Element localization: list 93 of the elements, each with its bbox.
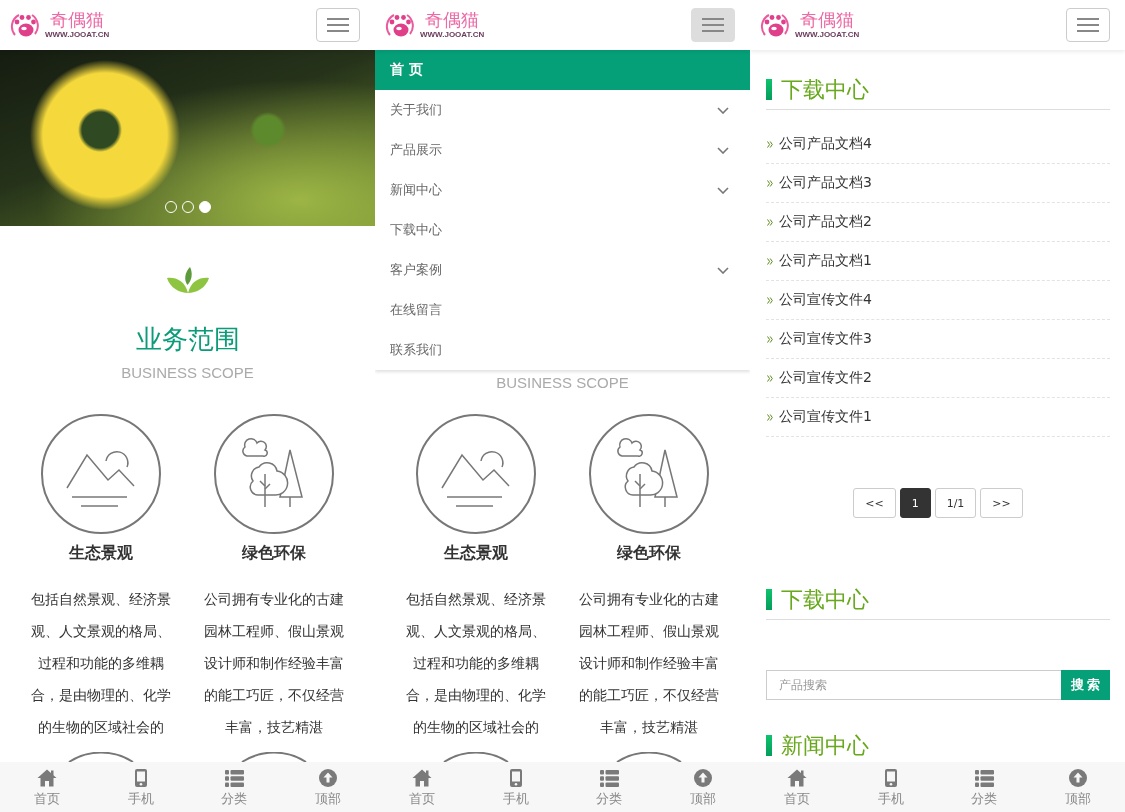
list-icon (599, 770, 619, 787)
menu-icon (327, 18, 349, 32)
search-field[interactable]: 产品搜索 (766, 670, 1061, 700)
menu-item[interactable]: 新闻中心 (375, 170, 750, 210)
download-link[interactable]: 公司产品文档1 (766, 242, 1110, 281)
bottom-nav-link[interactable]: 手机 (468, 762, 563, 812)
menu-item[interactable]: 关于我们 (375, 90, 750, 130)
bottom-nav-link[interactable]: 顶部 (1031, 762, 1125, 812)
download-link[interactable]: 公司宣传文件3 (766, 320, 1110, 359)
service-title: 生态景观 (444, 542, 509, 564)
arrow-up-circle-icon (694, 769, 713, 787)
leaf-icon (165, 266, 210, 294)
circle-arc-icon (615, 752, 682, 762)
circle-arc-icon (240, 752, 307, 762)
trees-cloud-icon (588, 414, 709, 534)
menu-item[interactable]: 联系我们 (375, 330, 750, 370)
heading-accent-bar (766, 589, 772, 610)
phone-icon (509, 769, 522, 787)
logo-name: 奇偶猫 (425, 10, 479, 30)
download-link[interactable]: 公司产品文档3 (766, 164, 1110, 203)
arrow-up-circle-icon (319, 769, 338, 787)
mountain-sun-icon (41, 414, 162, 534)
menu-icon (702, 18, 724, 32)
search-button[interactable]: 搜 索 (1061, 670, 1110, 700)
double-chevron-icon (767, 413, 773, 421)
phone-icon (134, 769, 147, 787)
double-chevron-icon (767, 140, 773, 148)
menu-item[interactable]: 客户案例 (375, 250, 750, 290)
bottom-nav-link[interactable]: 分类 (562, 762, 657, 812)
download-link[interactable]: 公司产品文档4 (766, 125, 1110, 164)
double-chevron-icon (767, 218, 773, 226)
section-subtitle: BUSINESS SCOPE (496, 373, 629, 393)
menu-item[interactable]: 产品展示 (375, 130, 750, 170)
download-link[interactable]: 公司宣传文件4 (766, 281, 1110, 320)
service-description: 包括自然景观、经济景观、人文景观的格局、过程和功能的多维耦合，是由物理的、化学的生物的区域社会的 (405, 590, 548, 737)
bottom-nav-link[interactable]: 分类 (937, 762, 1032, 812)
section-heading: 新闻中心 (781, 731, 869, 760)
pagination-button[interactable]: >> (980, 488, 1023, 518)
service-description: 包括自然景观、经济景观、人文景观的格局、过程和功能的多维耦合，是由物理的、化学的生物的区域社会的 (30, 590, 173, 737)
home-icon (786, 769, 807, 787)
bottom-nav-link[interactable]: 手机 (93, 762, 188, 812)
heading-accent-bar (766, 735, 772, 756)
section-title: 业务范围 (135, 323, 240, 356)
menu-item[interactable]: 下载中心 (375, 210, 750, 250)
bottom-nav-link[interactable]: 首页 (0, 762, 94, 812)
menu-button[interactable] (1066, 8, 1110, 42)
menu-item[interactable]: 在线留言 (375, 290, 750, 330)
logo-name: 奇偶猫 (800, 10, 854, 30)
logo-url: WWW.JOOAT.CN (45, 30, 110, 40)
bottom-nav-link[interactable]: 首页 (375, 762, 469, 812)
menu-button[interactable] (316, 8, 360, 42)
arrow-up-circle-icon (1069, 769, 1088, 787)
service-description: 公司拥有专业化的古建园林工程师、假山景观设计师和制作经验丰富的能工巧匠，不仅经营丰富，技艺精湛 (577, 590, 720, 737)
list-icon (224, 770, 244, 787)
carousel-dot[interactable] (198, 201, 211, 213)
phone-icon (884, 769, 897, 787)
service-title: 绿色环保 (241, 542, 306, 564)
double-chevron-icon (767, 335, 773, 343)
logo-url: WWW.JOOAT.CN (420, 30, 485, 40)
service-title: 绿色环保 (616, 542, 681, 564)
bottom-nav-link[interactable]: 分类 (187, 762, 282, 812)
double-chevron-icon (767, 296, 773, 304)
heading-accent-bar (766, 79, 772, 100)
download-link[interactable]: 公司宣传文件2 (766, 359, 1110, 398)
service-title: 生态景观 (69, 542, 134, 564)
mountain-sun-icon (416, 414, 537, 534)
list-icon (974, 770, 994, 787)
home-icon (36, 769, 57, 787)
menu-button[interactable] (691, 8, 735, 42)
trees-cloud-icon (213, 414, 334, 534)
menu-item[interactable]: 首 页 (375, 50, 750, 90)
circle-arc-icon (68, 752, 135, 762)
bottom-nav-link[interactable]: 顶部 (656, 762, 750, 812)
double-chevron-icon (767, 179, 773, 187)
pagination-button[interactable]: << (853, 488, 896, 518)
circle-arc-icon (443, 752, 510, 762)
logo-name: 奇偶猫 (50, 10, 104, 30)
service-description: 公司拥有专业化的古建园林工程师、假山景观设计师和制作经验丰富的能工巧匠，不仅经营丰富，技艺精湛 (202, 590, 345, 737)
section-heading: 下载中心 (781, 585, 869, 614)
home-icon (411, 769, 432, 787)
menu-icon (1077, 18, 1099, 32)
bottom-nav-link[interactable]: 首页 (750, 762, 844, 812)
download-link[interactable]: 公司宣传文件1 (766, 398, 1110, 437)
logo-url: WWW.JOOAT.CN (795, 30, 860, 40)
double-chevron-icon (767, 374, 773, 382)
pagination-button[interactable]: 1/1 (934, 488, 977, 518)
pagination-button[interactable]: 1 (899, 488, 931, 518)
section-subtitle: BUSINESS SCOPE (121, 363, 254, 383)
double-chevron-icon (767, 257, 773, 265)
section-heading: 下载中心 (781, 75, 869, 104)
download-link[interactable]: 公司产品文档2 (766, 203, 1110, 242)
bottom-nav-link[interactable]: 顶部 (281, 762, 375, 812)
bottom-nav-link[interactable]: 手机 (843, 762, 938, 812)
